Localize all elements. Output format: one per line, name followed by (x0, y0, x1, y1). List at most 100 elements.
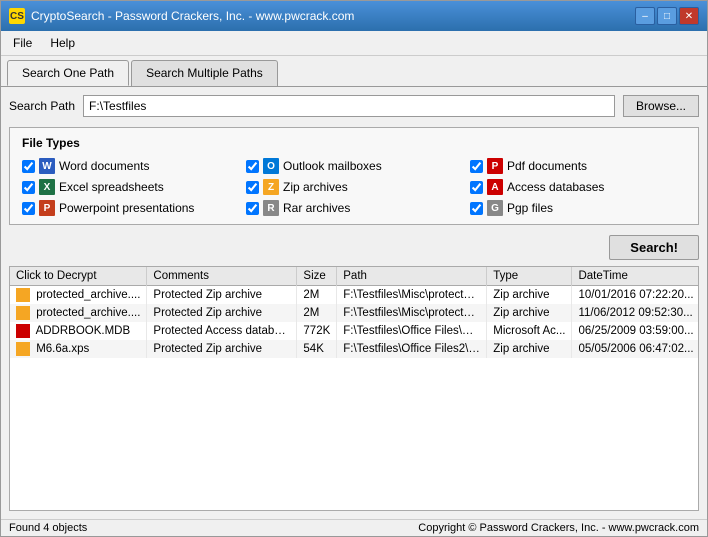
checkbox-word-input[interactable] (22, 160, 35, 173)
checkbox-pdf-input[interactable] (470, 160, 483, 173)
cell-type-1: Zip archive (487, 304, 572, 322)
results-area: Click to Decrypt Comments Size Path Type… (9, 266, 699, 511)
rar-icon: R (263, 200, 279, 216)
cell-comments-3: Protected Zip archive (147, 340, 297, 358)
col-path: Path (337, 267, 487, 286)
access-icon: A (487, 179, 503, 195)
cell-datetime-1: 11/06/2012 09:52:30... (572, 304, 698, 322)
menu-help[interactable]: Help (42, 33, 83, 53)
tab-search-one-path[interactable]: Search One Path (7, 60, 129, 86)
mdb-row-icon-2 (16, 324, 30, 338)
menu-bar: File Help (1, 31, 707, 56)
cell-name-3: M6.6a.xps (10, 340, 147, 358)
search-path-input[interactable] (83, 95, 615, 117)
pgp-label: Pgp files (507, 201, 553, 215)
cell-path-0: F:\Testfiles\Misc\protected_arc... (337, 286, 487, 305)
cell-comments-1: Protected Zip archive (147, 304, 297, 322)
rar-label: Rar archives (283, 201, 350, 215)
results-table: Click to Decrypt Comments Size Path Type… (10, 267, 698, 358)
main-window: CS CryptoSearch - Password Crackers, Inc… (0, 0, 708, 537)
ppt-label: Powerpoint presentations (59, 201, 194, 215)
cell-path-3: F:\Testfiles\Office Files2\XPS\... (337, 340, 487, 358)
cell-datetime-3: 05/05/2006 06:47:02... (572, 340, 698, 358)
table-row[interactable]: M6.6a.xps Protected Zip archive 54K F:\T… (10, 340, 698, 358)
file-types-title: File Types (22, 136, 686, 150)
checkbox-excel[interactable]: X Excel spreadsheets (22, 179, 238, 195)
checkbox-ppt[interactable]: P Powerpoint presentations (22, 200, 238, 216)
access-label: Access databases (507, 180, 604, 194)
status-left: Found 4 objects (9, 522, 87, 534)
search-path-row: Search Path Browse... (9, 95, 699, 117)
zip-icon: Z (263, 179, 279, 195)
title-bar-left: CS CryptoSearch - Password Crackers, Inc… (9, 8, 354, 24)
checkbox-outlook[interactable]: O Outlook mailboxes (246, 158, 462, 174)
cell-size-0: 2M (297, 286, 337, 305)
cell-comments-0: Protected Zip archive (147, 286, 297, 305)
checkbox-pgp[interactable]: G Pgp files (470, 200, 686, 216)
checkbox-zip[interactable]: Z Zip archives (246, 179, 462, 195)
table-row[interactable]: protected_archive.... Protected Zip arch… (10, 304, 698, 322)
zip-row-icon-0 (16, 288, 30, 302)
col-click-to-decrypt: Click to Decrypt (10, 267, 147, 286)
menu-file[interactable]: File (5, 33, 40, 53)
checkbox-pdf[interactable]: P Pdf documents (470, 158, 686, 174)
col-type: Type (487, 267, 572, 286)
status-bar: Found 4 objects Copyright © Password Cra… (1, 519, 707, 536)
cell-size-3: 54K (297, 340, 337, 358)
cell-datetime-0: 10/01/2016 07:22:20... (572, 286, 698, 305)
cell-size-1: 2M (297, 304, 337, 322)
checkbox-pgp-input[interactable] (470, 202, 483, 215)
checkbox-zip-input[interactable] (246, 181, 259, 194)
scrollbar-area[interactable]: Click to Decrypt Comments Size Path Type… (10, 267, 698, 510)
app-icon: CS (9, 8, 25, 24)
browse-button[interactable]: Browse... (623, 95, 699, 117)
checkbox-excel-input[interactable] (22, 181, 35, 194)
main-content: Search Path Browse... File Types W Word … (1, 86, 707, 519)
tab-search-multiple-paths[interactable]: Search Multiple Paths (131, 60, 278, 86)
checkbox-ppt-input[interactable] (22, 202, 35, 215)
close-button[interactable]: ✕ (679, 7, 699, 25)
word-icon: W (39, 158, 55, 174)
file-types-group: File Types W Word documents X Excel spre… (9, 127, 699, 225)
checkbox-word[interactable]: W Word documents (22, 158, 238, 174)
table-header-row: Click to Decrypt Comments Size Path Type… (10, 267, 698, 286)
search-button[interactable]: Search! (609, 235, 699, 260)
search-btn-row: Search! (9, 235, 699, 260)
search-path-label: Search Path (9, 99, 75, 113)
col-size: Size (297, 267, 337, 286)
zip-row-icon-3 (16, 342, 30, 356)
cell-path-1: F:\Testfiles\Misc\protected_arc... (337, 304, 487, 322)
status-right: Copyright © Password Crackers, Inc. - ww… (418, 522, 699, 534)
cell-path-2: F:\Testfiles\Office Files\ADDR... (337, 322, 487, 340)
cell-name-1: protected_archive.... (10, 304, 147, 322)
checkbox-rar-input[interactable] (246, 202, 259, 215)
checkbox-outlook-input[interactable] (246, 160, 259, 173)
window-title: CryptoSearch - Password Crackers, Inc. -… (31, 9, 354, 23)
outlook-icon: O (263, 158, 279, 174)
checkbox-access-input[interactable] (470, 181, 483, 194)
excel-label: Excel spreadsheets (59, 180, 164, 194)
minimize-button[interactable]: – (635, 7, 655, 25)
word-label: Word documents (59, 159, 150, 173)
checkbox-rar[interactable]: R Rar archives (246, 200, 462, 216)
pdf-icon: P (487, 158, 503, 174)
excel-icon: X (39, 179, 55, 195)
cell-size-2: 772K (297, 322, 337, 340)
file-types-grid: W Word documents X Excel spreadsheets P … (22, 158, 686, 216)
ppt-icon: P (39, 200, 55, 216)
cell-type-2: Microsoft Ac... (487, 322, 572, 340)
table-row[interactable]: protected_archive.... Protected Zip arch… (10, 286, 698, 305)
zip-label: Zip archives (283, 180, 348, 194)
zip-row-icon-1 (16, 306, 30, 320)
cell-type-0: Zip archive (487, 286, 572, 305)
pdf-label: Pdf documents (507, 159, 587, 173)
cell-name-0: protected_archive.... (10, 286, 147, 305)
cell-name-2: ADDRBOOK.MDB (10, 322, 147, 340)
cell-type-3: Zip archive (487, 340, 572, 358)
cell-datetime-2: 06/25/2009 03:59:00... (572, 322, 698, 340)
checkbox-access[interactable]: A Access databases (470, 179, 686, 195)
maximize-button[interactable]: □ (657, 7, 677, 25)
col-datetime: DateTime (572, 267, 698, 286)
table-row[interactable]: ADDRBOOK.MDB Protected Access database 7… (10, 322, 698, 340)
title-bar-controls: – □ ✕ (635, 7, 699, 25)
